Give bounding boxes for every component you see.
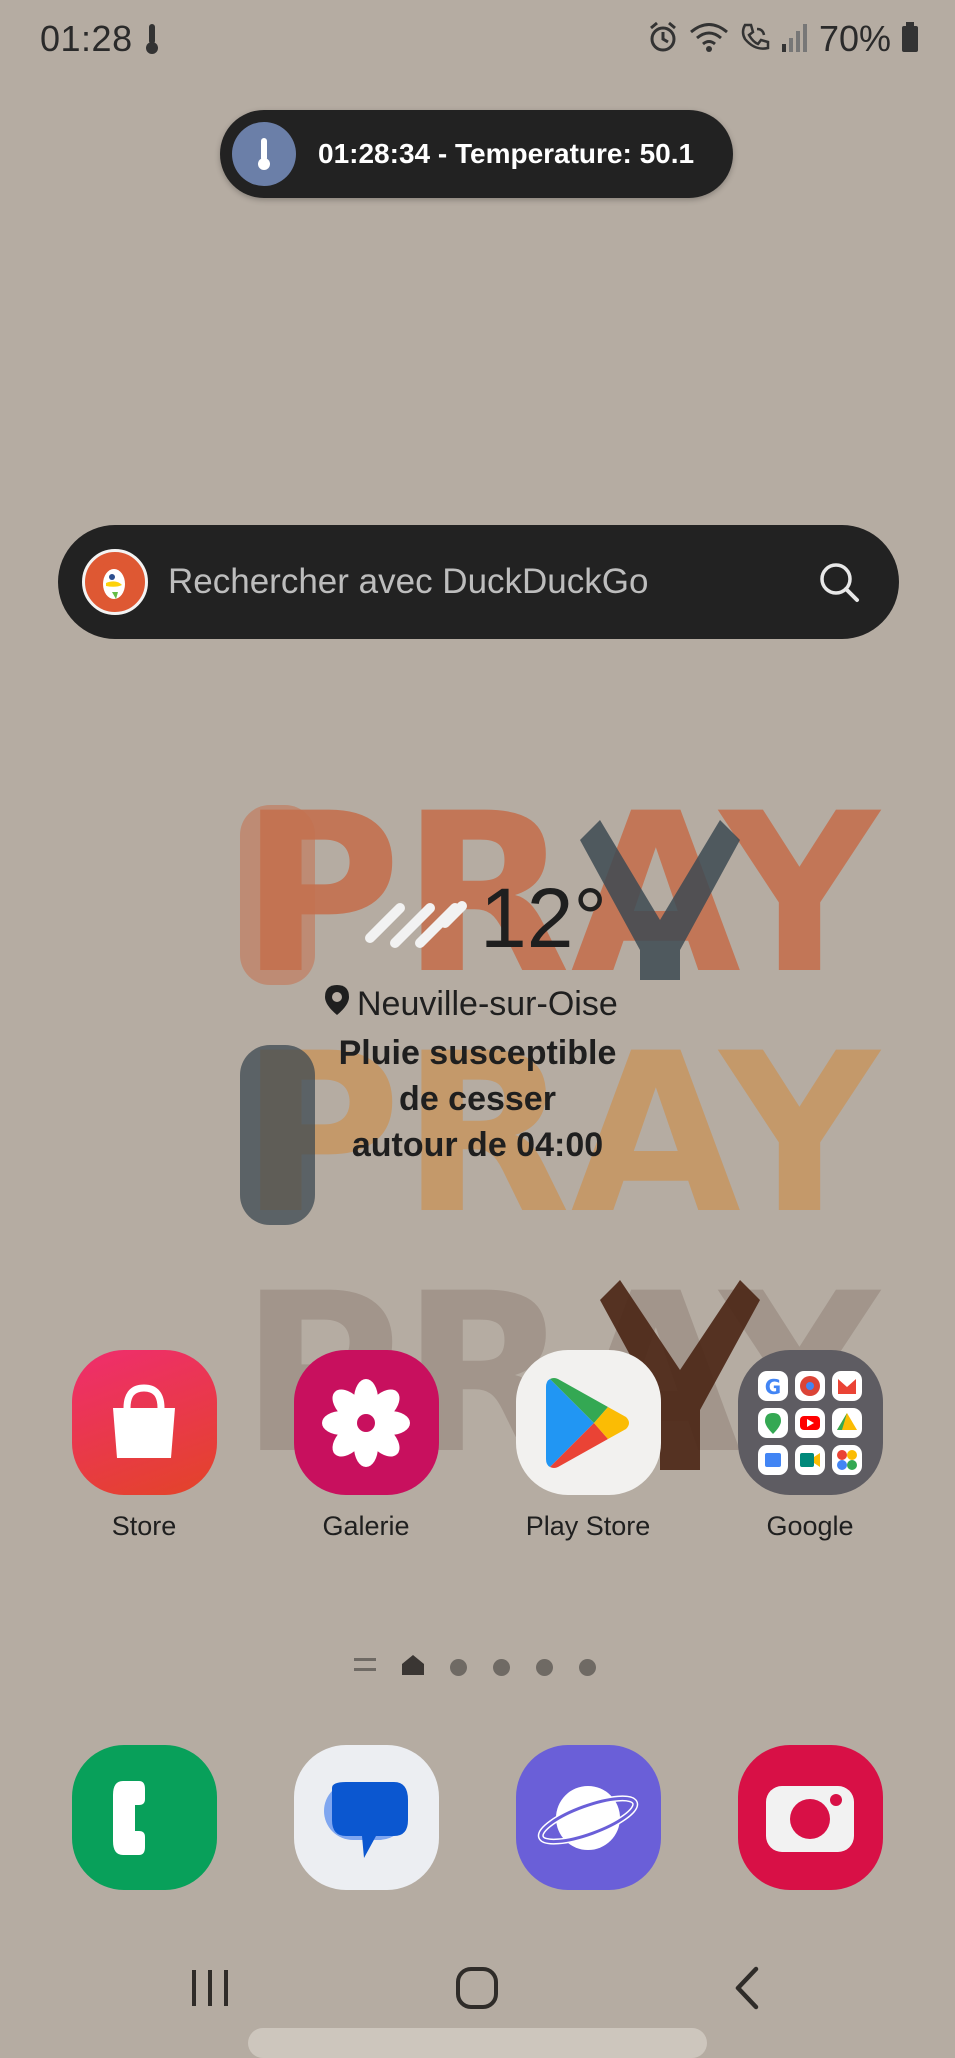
temperature-toast[interactable]: 01:28:34 - Temperature: 50.1 xyxy=(220,110,733,198)
app-label: Google xyxy=(766,1511,854,1541)
messages-icon[interactable] xyxy=(293,1745,439,1890)
app-label: Galerie xyxy=(322,1511,410,1541)
weather-description-line: Pluie susceptible xyxy=(338,1034,617,1072)
page-dot[interactable] xyxy=(493,1659,510,1676)
toast-message: 01:28:34 - Temperature: 50.1 xyxy=(318,138,695,169)
search-icon[interactable] xyxy=(809,552,869,612)
weather-description: Pluie susceptible de cesser autour de 04… xyxy=(240,1030,715,1168)
gesture-hint xyxy=(248,2028,707,2058)
page-dot[interactable] xyxy=(579,1659,596,1676)
status-icons: 70% xyxy=(647,18,919,60)
duckduckgo-logo[interactable] xyxy=(82,549,148,615)
app-label: Store xyxy=(111,1511,177,1541)
svg-text:G: G xyxy=(765,1375,781,1399)
internet-icon[interactable] xyxy=(515,1745,661,1890)
camera-icon[interactable] xyxy=(737,1745,883,1890)
app-play-store[interactable]: Play Store xyxy=(508,1350,668,1542)
flower-icon[interactable] xyxy=(293,1350,439,1495)
app-google-folder[interactable]: G Google xyxy=(730,1350,890,1542)
alarm-icon xyxy=(647,21,679,58)
battery-icon xyxy=(901,21,919,57)
weather-description-line: de cesser xyxy=(399,1080,556,1118)
phone-icon[interactable] xyxy=(71,1745,217,1890)
home-button[interactable] xyxy=(432,1945,522,2035)
google-folder-icon[interactable]: G xyxy=(737,1350,883,1495)
weather-location[interactable]: Neuville-sur-Oise xyxy=(325,985,618,1024)
dock-camera[interactable] xyxy=(730,1745,890,1890)
app-label: Play Store xyxy=(525,1511,651,1541)
app-galerie[interactable]: Galerie xyxy=(286,1350,446,1542)
page-indicator[interactable] xyxy=(354,1655,596,1680)
home-page-icon[interactable] xyxy=(402,1655,424,1680)
weather-location-label: Neuville-sur-Oise xyxy=(357,985,618,1023)
search-input[interactable]: Rechercher avec DuckDuckGo xyxy=(168,562,809,602)
home-icon xyxy=(454,1965,500,2016)
page-dot[interactable] xyxy=(450,1659,467,1676)
recents-icon xyxy=(188,1968,232,2013)
rain-icon xyxy=(360,888,470,953)
dock-messages[interactable] xyxy=(286,1745,446,1890)
shopping-bag-icon[interactable] xyxy=(71,1350,217,1495)
pages-menu-icon[interactable] xyxy=(354,1656,376,1679)
thermometer-icon xyxy=(146,24,158,59)
duckduckgo-search-bar[interactable]: Rechercher avec DuckDuckGo xyxy=(58,525,899,639)
weather-description-line: autour de 04:00 xyxy=(351,1126,604,1164)
status-time: 01:28 xyxy=(40,18,133,59)
play-store-icon[interactable] xyxy=(515,1350,661,1495)
page-dot[interactable] xyxy=(536,1659,553,1676)
back-button[interactable] xyxy=(702,1945,792,2035)
dock-phone[interactable] xyxy=(64,1745,224,1890)
battery-percent: 70% xyxy=(818,18,891,59)
signal-icon xyxy=(781,22,809,57)
wifi-call-icon xyxy=(739,21,771,58)
wifi-icon xyxy=(689,21,729,58)
location-pin-icon xyxy=(325,985,349,1024)
back-icon xyxy=(732,1965,762,2016)
thermometer-icon xyxy=(232,122,296,186)
app-store[interactable]: Store xyxy=(64,1350,224,1542)
recents-button[interactable] xyxy=(165,1945,255,2035)
weather-temperature[interactable]: 12° xyxy=(480,870,607,967)
dock-internet[interactable] xyxy=(508,1745,668,1890)
